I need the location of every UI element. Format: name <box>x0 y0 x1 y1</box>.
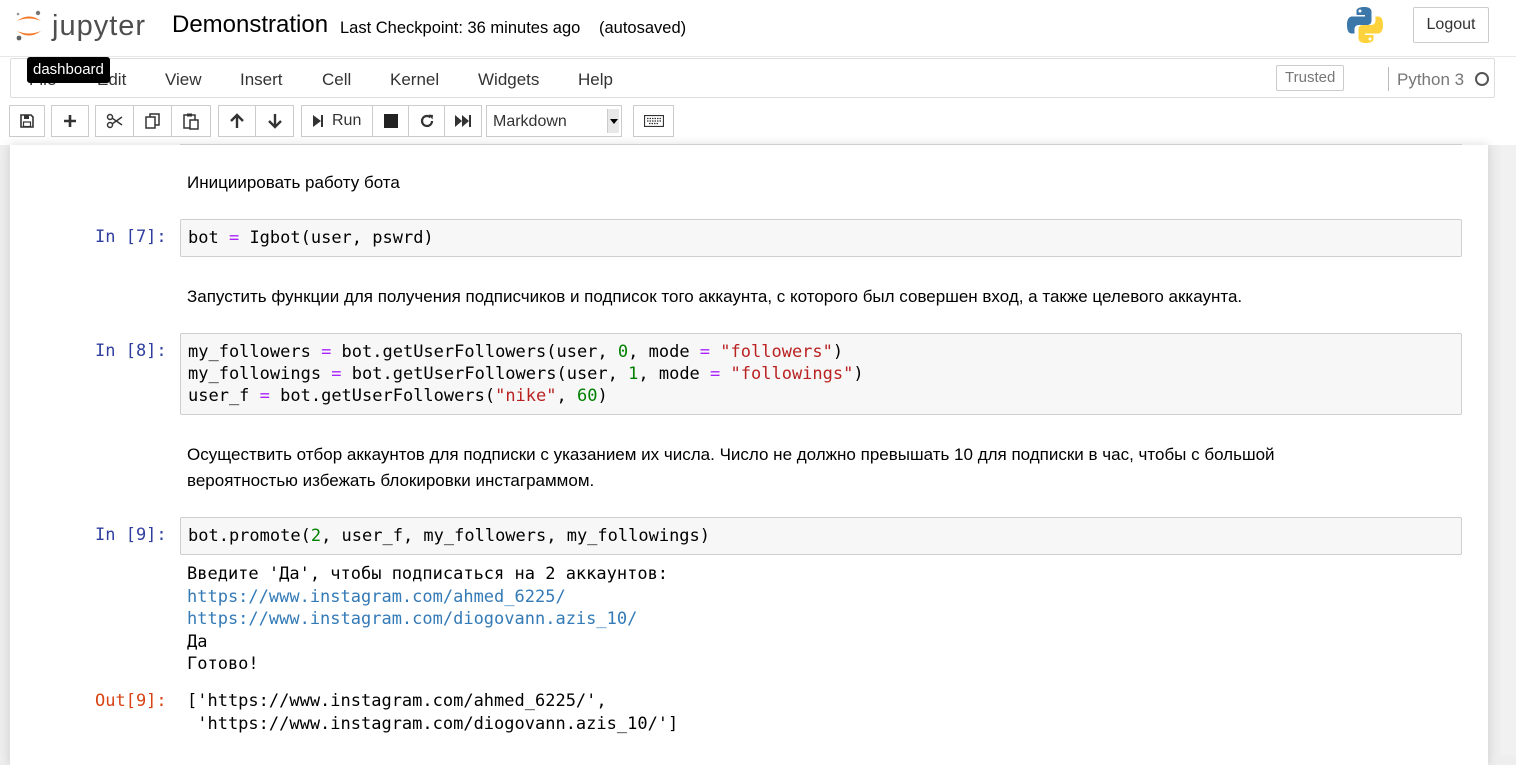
restart-icon <box>420 114 433 128</box>
output-line: 'https://www.instagram.com/diogovann.azi… <box>187 713 679 734</box>
menu-cell[interactable]: Cell <box>322 70 351 90</box>
code-cell-input[interactable]: bot.promote(2, user_f, my_followers, my_… <box>180 517 1462 555</box>
run-label: Run <box>332 112 362 129</box>
markdown-cell[interactable]: Осуществить отбор аккаунтов для подписки… <box>187 442 1275 494</box>
cut-button[interactable] <box>95 105 134 137</box>
last-checkpoint: Last Checkpoint: 36 minutes ago <box>340 19 581 37</box>
notebook-title[interactable]: Demonstration <box>172 11 328 39</box>
output-link[interactable]: https://www.instagram.com/ahmed_6225/ <box>187 587 566 607</box>
output-line: Готово! <box>187 654 259 674</box>
markdown-cell[interactable]: Запустить функции для получения подписчи… <box>187 284 1242 310</box>
jupyter-logo-icon <box>14 8 44 44</box>
menu-help[interactable]: Help <box>578 70 613 90</box>
arrow-up-icon <box>230 113 244 128</box>
plus-icon <box>64 115 76 127</box>
dashboard-tooltip: dashboard <box>27 57 110 83</box>
stop-icon <box>383 114 398 128</box>
move-down-button[interactable] <box>255 105 294 137</box>
jupyter-logo[interactable]: jupyter <box>14 6 164 46</box>
restart-button[interactable] <box>408 105 445 137</box>
save-icon <box>20 114 34 128</box>
previous-cell-edge <box>180 143 1462 145</box>
arrow-down-icon <box>267 114 282 129</box>
markdown-line: Осуществить отбор аккаунтов для подписки… <box>187 445 1275 464</box>
menubar: File Edit View Insert Cell Kernel Widget… <box>10 58 1495 98</box>
logout-button[interactable]: Logout <box>1413 7 1489 43</box>
output-link[interactable]: https://www.instagram.com/diogovann.azis… <box>187 609 637 629</box>
restart-run-all-button[interactable] <box>444 105 482 137</box>
input-prompt: In [9]: <box>95 525 167 545</box>
header: jupyter Demonstration Last Checkpoint: 3… <box>0 0 1516 145</box>
kernel-idle-icon <box>1475 72 1489 86</box>
copy-icon <box>144 113 160 129</box>
menu-widgets[interactable]: Widgets <box>478 70 539 90</box>
interrupt-button[interactable] <box>372 105 409 137</box>
save-button[interactable] <box>9 105 45 137</box>
input-prompt: In [7]: <box>95 227 167 247</box>
command-palette-button[interactable] <box>633 105 674 137</box>
input-prompt: In [8]: <box>95 341 167 361</box>
output-prompt: Out[9]: <box>95 691 167 711</box>
trusted-indicator[interactable]: Trusted <box>1276 65 1345 91</box>
autosave-status: (autosaved) <box>599 19 687 37</box>
chevron-down-icon <box>607 109 619 133</box>
run-button[interactable]: Run <box>301 105 373 137</box>
output-line: ['https://www.instagram.com/ahmed_6225/'… <box>187 691 607 711</box>
menu-view[interactable]: View <box>165 70 202 90</box>
cell-type-value: Markdown <box>493 113 567 130</box>
insert-cell-button[interactable] <box>51 105 89 137</box>
page-scrollbar[interactable] <box>1501 145 1516 755</box>
output-line: Да <box>187 631 208 652</box>
header-divider <box>0 56 1516 57</box>
output-line: Введите 'Да', чтобы подписаться на 2 акк… <box>187 564 669 584</box>
paste-icon <box>183 113 199 130</box>
code-cell-input[interactable]: my_followers = bot.getUserFollowers(user… <box>180 333 1462 415</box>
kernel-separator <box>1388 67 1389 91</box>
fast-forward-icon <box>455 115 471 127</box>
cell-type-select[interactable]: Markdown <box>486 105 622 137</box>
keyboard-icon <box>643 115 664 127</box>
python-logo-icon <box>1345 5 1385 45</box>
code-cell-input[interactable]: bot = Igbot(user, pswrd) <box>180 219 1462 257</box>
move-up-button[interactable] <box>218 105 256 137</box>
step-forward-icon <box>313 115 323 127</box>
jupyter-logo-text: jupyter <box>52 9 147 42</box>
markdown-line: вероятностью избежать блокировки инстагр… <box>187 471 595 490</box>
menu-kernel[interactable]: Kernel <box>390 70 439 90</box>
kernel-name[interactable]: Python 3 <box>1397 70 1464 90</box>
paste-button[interactable] <box>171 105 211 137</box>
cell-output-result: ['https://www.instagram.com/ahmed_6225/'… <box>187 690 678 735</box>
menu-insert[interactable]: Insert <box>240 70 283 90</box>
cell-output-stream: Введите 'Да', чтобы подписаться на 2 акк… <box>187 563 668 676</box>
copy-button[interactable] <box>133 105 172 137</box>
scissors-icon <box>106 113 122 129</box>
markdown-cell[interactable]: Инициировать работу бота <box>187 170 400 196</box>
